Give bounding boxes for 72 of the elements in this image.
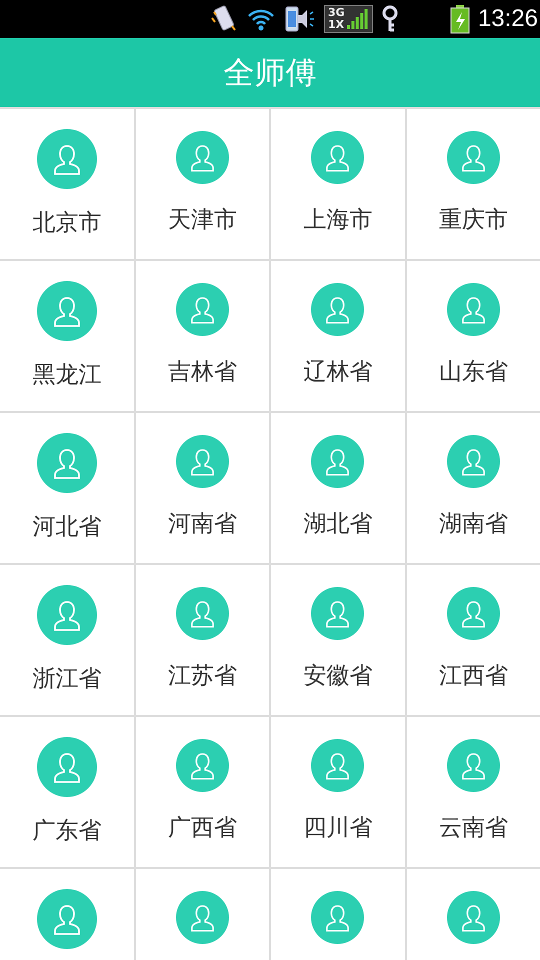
region-label: 湖北省 — [303, 510, 372, 539]
region-item[interactable]: 云南省 — [406, 717, 540, 867]
person-icon — [176, 739, 229, 792]
region-label: 广东省 — [32, 817, 102, 846]
key-icon — [380, 5, 399, 33]
app-title: 全师傅 — [224, 54, 316, 92]
region-item[interactable]: 河南省 — [136, 413, 269, 563]
region-item[interactable]: 安徽省 — [271, 565, 404, 715]
region-item[interactable]: 浙江省 — [0, 565, 134, 715]
phone-speaker-icon — [284, 5, 316, 33]
person-icon — [36, 129, 97, 189]
region-label: 浙江省 — [32, 665, 102, 694]
person-icon — [311, 131, 364, 184]
region-label: 重庆市 — [438, 206, 508, 235]
region-label: 四川省 — [303, 814, 372, 843]
person-icon — [446, 739, 500, 792]
region-label: 黑龙江 — [32, 361, 102, 390]
person-icon — [446, 435, 500, 488]
region-item[interactable]: 江苏省 — [136, 565, 269, 715]
region-item[interactable]: 北京市 — [0, 109, 134, 259]
region-label: 江西省 — [438, 662, 508, 691]
person-icon — [446, 131, 500, 184]
region-label: 河南省 — [168, 510, 237, 539]
region-label: 吉林省 — [168, 358, 237, 387]
region-item[interactable]: 天津市 — [136, 109, 269, 259]
region-label: 广西省 — [168, 814, 237, 843]
region-item[interactable]: 上海市 — [271, 109, 404, 259]
person-icon — [176, 131, 229, 184]
region-label: 山东省 — [438, 358, 508, 387]
region-item[interactable]: 湖南省 — [406, 413, 540, 563]
person-icon — [446, 891, 500, 944]
region-item[interactable]: 黑龙江 — [0, 261, 134, 411]
person-icon — [36, 281, 97, 341]
region-label: 辽林省 — [303, 358, 372, 387]
clock: 13:26 — [478, 5, 538, 33]
person-icon — [176, 891, 229, 944]
person-icon — [311, 739, 364, 792]
person-icon — [176, 587, 229, 640]
person-icon — [311, 283, 364, 336]
region-item[interactable]: 重庆市 — [406, 109, 540, 259]
person-icon — [446, 587, 500, 640]
region-item[interactable]: 吉林省 — [136, 261, 269, 411]
region-label: 江苏省 — [168, 662, 237, 691]
person-icon — [176, 283, 229, 336]
region-label: 安徽省 — [303, 662, 372, 691]
region-item[interactable]: 河北省 — [0, 413, 134, 563]
region-label: 云南省 — [438, 814, 508, 843]
region-label: 河北省 — [32, 513, 102, 542]
region-item[interactable]: 广东省 — [0, 717, 134, 867]
region-label: 天津市 — [168, 206, 237, 235]
person-icon — [311, 891, 364, 944]
person-icon — [36, 433, 97, 493]
person-icon — [446, 283, 500, 336]
region-item[interactable]: 山东省 — [406, 261, 540, 411]
person-icon — [176, 435, 229, 488]
person-icon — [36, 889, 97, 949]
network-type: 1X — [328, 19, 345, 31]
person-icon — [36, 737, 97, 797]
person-icon — [311, 435, 364, 488]
person-icon — [36, 585, 97, 645]
region-item[interactable]: 辽林省 — [271, 261, 404, 411]
region-item[interactable]: 湖北省 — [271, 413, 404, 563]
region-label: 湖南省 — [438, 510, 508, 539]
person-icon — [311, 587, 364, 640]
region-item[interactable]: 四川省 — [271, 717, 404, 867]
network-type: 3G — [328, 7, 345, 19]
region-item[interactable]: 江西省 — [406, 565, 540, 715]
region-label: 上海市 — [303, 206, 372, 235]
battery-icon — [450, 4, 470, 34]
region-item[interactable]: 广西省 — [136, 717, 269, 867]
signal-icon — [346, 9, 369, 29]
region-label: 北京市 — [32, 209, 102, 238]
